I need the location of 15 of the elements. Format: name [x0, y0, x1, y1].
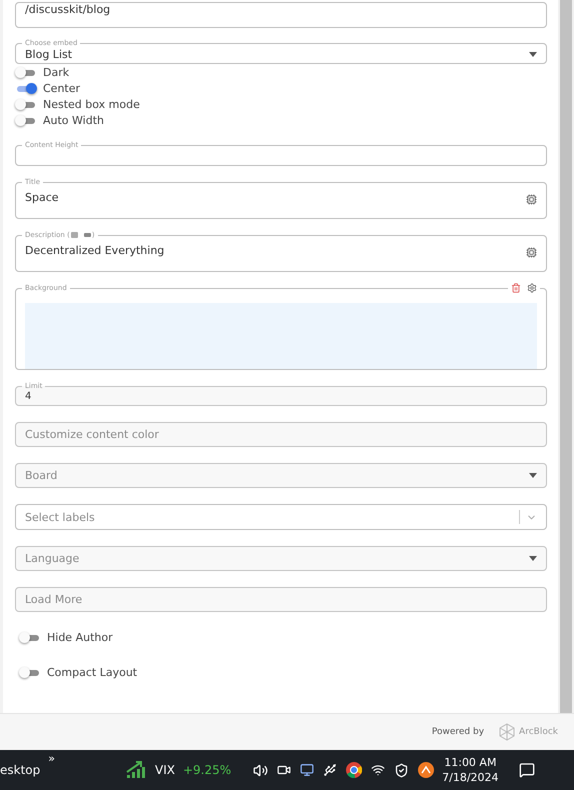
toggle-label: Nested box mode [43, 98, 140, 110]
clock-time[interactable]: 11:00 AM [444, 755, 496, 770]
toggle-label: Dark [43, 66, 70, 78]
brand-name: ArcBlock [519, 727, 558, 737]
toggle-label: Compact Layout [47, 666, 138, 678]
toggle-label: Auto Width [43, 114, 104, 126]
toggle-label: Hide Author [47, 630, 113, 644]
clock-date[interactable]: 7/18/2024 [442, 770, 499, 785]
input-field[interactable]: /discusskit/blog [15, 2, 547, 28]
expand-chevron[interactable]: » [48, 752, 55, 765]
taskbar-label[interactable]: esktop [0, 763, 40, 777]
toggle-label: Center [43, 82, 80, 94]
ticker-symbol: VIX [154, 763, 175, 777]
powered-by-text: Powered by [432, 727, 484, 737]
ticker-change: +9.25% [182, 763, 232, 777]
